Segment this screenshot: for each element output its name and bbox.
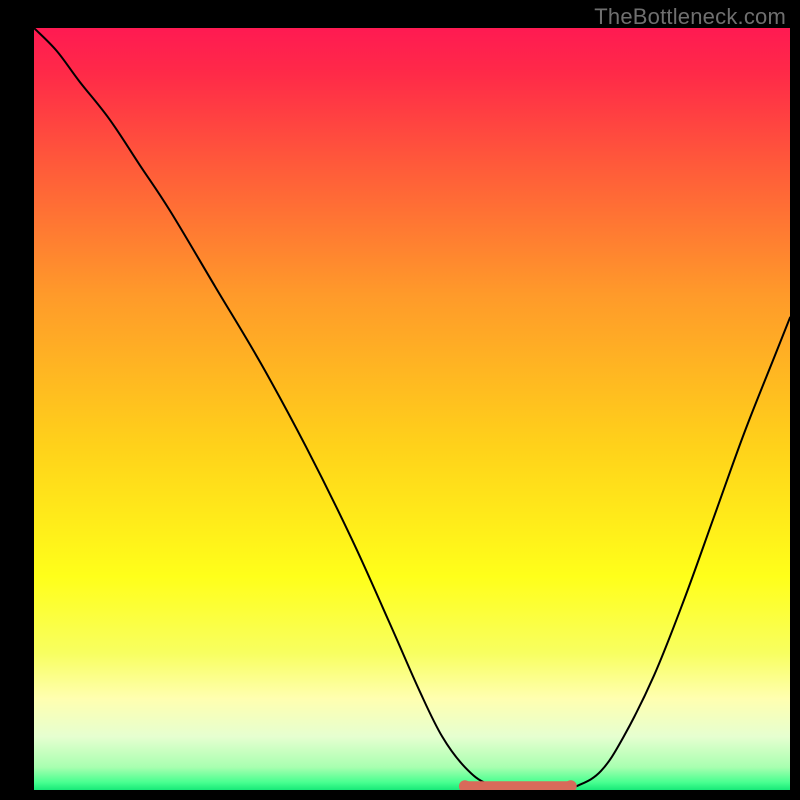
watermark-label: TheBottleneck.com: [594, 4, 786, 30]
chart-container: TheBottleneck.com: [0, 0, 800, 800]
optimal-zone-endpoint: [565, 780, 577, 792]
bottleneck-chart: [0, 0, 800, 800]
optimal-zone-endpoint: [459, 780, 471, 792]
